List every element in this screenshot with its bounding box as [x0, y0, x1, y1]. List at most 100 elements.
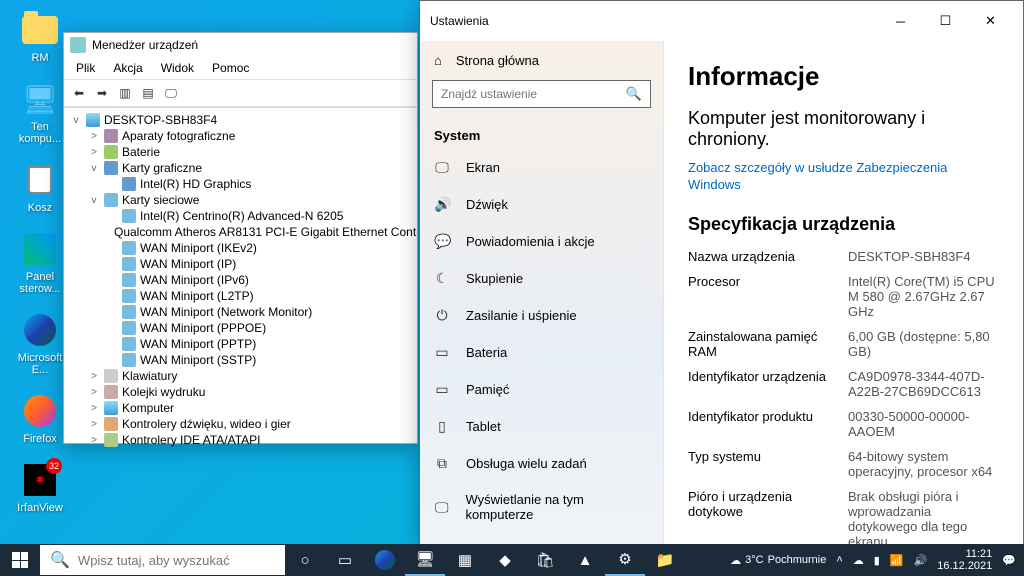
sidebar-item-icon: ☾ — [434, 270, 450, 287]
toolbar-btn[interactable]: ▤ — [138, 83, 158, 103]
settings-titlebar[interactable]: Ustawienia ─ ☐ ✕ — [420, 1, 1023, 41]
tree-leaf[interactable]: WAN Miniport (PPTP) — [70, 336, 411, 352]
taskbar-search-input[interactable] — [78, 553, 275, 568]
devmgr-icon — [70, 37, 86, 53]
sidebar-item[interactable]: ⏻Zasilanie i uśpienie — [420, 297, 663, 334]
sidebar-item[interactable]: ▭Bateria — [420, 334, 663, 371]
search-input[interactable] — [441, 87, 626, 101]
tree-leaf[interactable]: Intel(R) HD Graphics — [70, 176, 411, 192]
sidebar-item[interactable]: 🖵Wyświetlanie na tym komputerze — [420, 482, 663, 532]
expand-icon[interactable]: > — [88, 371, 100, 382]
notifications-icon[interactable]: 💬 — [1002, 554, 1016, 567]
toolbar-btn[interactable]: 🖵 — [161, 83, 181, 103]
tree-node[interactable]: >Aparaty fotograficzne — [70, 128, 411, 144]
tree-leaf[interactable]: WAN Miniport (IP) — [70, 256, 411, 272]
edge-taskbar-icon[interactable] — [365, 544, 405, 576]
expand-icon[interactable]: > — [88, 435, 100, 446]
sidebar-item[interactable]: 💬Powiadomienia i akcje — [420, 223, 663, 260]
desktop-icon-rm[interactable]: RM — [10, 10, 70, 64]
explorer-icon[interactable]: 📁 — [645, 544, 685, 576]
expand-icon[interactable]: v — [88, 163, 100, 174]
menu-view[interactable]: Widok — [153, 59, 202, 77]
taskbar-clock[interactable]: 11:21 16.12.2021 — [937, 548, 992, 572]
forward-icon[interactable]: ➡ — [92, 83, 112, 103]
expand-icon[interactable]: > — [88, 147, 100, 158]
tree-node[interactable]: >Kontrolery dźwięku, wideo i gier — [70, 416, 411, 432]
tree-node[interactable]: vKarty graficzne — [70, 160, 411, 176]
back-icon[interactable]: ⬅ — [69, 83, 89, 103]
desktop-icon-firefox[interactable]: Firefox — [10, 391, 70, 445]
maximize-button[interactable]: ☐ — [923, 7, 968, 35]
devmgr-titlebar[interactable]: Menedżer urządzeń — [64, 33, 417, 57]
minimize-button[interactable]: ─ — [878, 7, 923, 35]
settings-search[interactable]: 🔍 — [432, 80, 651, 108]
tree-leaf[interactable]: WAN Miniport (SSTP) — [70, 352, 411, 368]
menu-help[interactable]: Pomoc — [204, 59, 257, 77]
devmgr-title: Menedżer urządzeń — [92, 38, 198, 52]
devmgr-menubar: Plik Akcja Widok Pomoc — [64, 57, 417, 80]
security-link-2[interactable]: Windows — [688, 177, 999, 192]
taskbar-search[interactable]: 🔍 — [40, 545, 285, 575]
expand-icon[interactable]: > — [88, 419, 100, 430]
tree-node[interactable]: >Komputer — [70, 400, 411, 416]
sidebar-item[interactable]: ⧉Obsługa wielu zadań — [420, 445, 663, 482]
tree-leaf[interactable]: WAN Miniport (Network Monitor) — [70, 304, 411, 320]
sidebar-home[interactable]: ⌂ Strona główna — [420, 41, 663, 80]
tree-leaf[interactable]: Qualcomm Atheros AR8131 PCI-E Gigabit Et… — [70, 224, 411, 240]
task-view-icon[interactable]: ▭ — [325, 544, 365, 576]
app-icon[interactable]: ▦ — [445, 544, 485, 576]
app-icon[interactable]: ◆ — [485, 544, 525, 576]
monitor-status: Komputer jest monitorowany i chroniony. — [688, 108, 999, 150]
volume-icon[interactable]: 🔊 — [914, 554, 928, 567]
tree-leaf[interactable]: WAN Miniport (IPv6) — [70, 272, 411, 288]
expand-icon[interactable]: > — [88, 131, 100, 142]
onedrive-icon[interactable]: ☁ — [853, 554, 864, 567]
devmgr-taskbar-icon[interactable]: 🖥 — [405, 544, 445, 576]
tree-root[interactable]: vDESKTOP-SBH83F4 — [70, 112, 411, 128]
tree-node[interactable]: >Baterie — [70, 144, 411, 160]
spec-row: Zainstalowana pamięć RAM6,00 GB (dostępn… — [688, 329, 999, 359]
device-tree[interactable]: vDESKTOP-SBH83F4 >Aparaty fotograficzne>… — [64, 107, 417, 447]
sidebar-item[interactable]: ☾Skupienie — [420, 260, 663, 297]
store-icon[interactable]: 🛍 — [525, 544, 565, 576]
desktop-icon-this-pc[interactable]: 🖥Ten kompu... — [10, 79, 70, 145]
menu-file[interactable]: Plik — [68, 59, 103, 77]
cortana-icon[interactable]: ○ — [285, 544, 325, 576]
security-link[interactable]: Zobacz szczegóły w usłudze Zabezpieczeni… — [688, 160, 999, 175]
tree-node[interactable]: >Kolejki wydruku — [70, 384, 411, 400]
expand-icon[interactable]: > — [88, 403, 100, 414]
expand-icon[interactable]: > — [88, 387, 100, 398]
tree-leaf[interactable]: WAN Miniport (L2TP) — [70, 288, 411, 304]
start-button[interactable] — [0, 544, 40, 576]
sidebar-item[interactable]: ▯Tablet — [420, 408, 663, 445]
tree-node[interactable]: >Kontrolery IDE ATA/ATAPI — [70, 432, 411, 447]
sidebar-item-icon: 🖵 — [434, 499, 449, 516]
weather-widget[interactable]: ☁ 3°C Pochmurnie — [730, 554, 826, 567]
sidebar-item[interactable]: 🖵Ekran — [420, 149, 663, 186]
desktop-icon-irfanview[interactable]: ✱32IrfanView — [10, 460, 70, 514]
close-button[interactable]: ✕ — [968, 7, 1013, 35]
app-icon[interactable]: ▲ — [565, 544, 605, 576]
tree-node[interactable]: >Klawiatury — [70, 368, 411, 384]
tree-leaf[interactable]: WAN Miniport (IKEv2) — [70, 240, 411, 256]
toolbar-btn[interactable]: ▥ — [115, 83, 135, 103]
desktop-icon-recycle-bin[interactable]: Kosz — [10, 160, 70, 214]
settings-taskbar-icon[interactable]: ⚙ — [605, 544, 645, 576]
sidebar-item[interactable]: 🔊Dźwięk — [420, 186, 663, 223]
wifi-icon[interactable]: 📶 — [890, 554, 904, 567]
tree-node[interactable]: vKarty sieciowe — [70, 192, 411, 208]
menu-action[interactable]: Akcja — [105, 59, 150, 77]
desktop-icon-control-panel[interactable]: Panel sterow... — [10, 229, 70, 295]
device-manager-window: Menedżer urządzeń Plik Akcja Widok Pomoc… — [63, 32, 418, 444]
tray-chevron-icon[interactable]: ˄ — [836, 554, 842, 566]
sidebar-item-icon: ▯ — [434, 418, 450, 435]
settings-window: Ustawienia ─ ☐ ✕ ⌂ Strona główna 🔍 Syste… — [419, 0, 1024, 545]
battery-icon[interactable]: ▮ — [874, 554, 880, 567]
tree-leaf[interactable]: Intel(R) Centrino(R) Advanced-N 6205 — [70, 208, 411, 224]
sidebar-item[interactable]: ▭Pamięć — [420, 371, 663, 408]
expand-icon[interactable]: v — [88, 195, 100, 206]
devmgr-toolbar: ⬅ ➡ ▥ ▤ 🖵 — [64, 80, 417, 107]
spec-row: Identyfikator produktu00330-50000-00000-… — [688, 409, 999, 439]
desktop-icon-edge[interactable]: Microsoft E... — [10, 310, 70, 376]
tree-leaf[interactable]: WAN Miniport (PPPOE) — [70, 320, 411, 336]
